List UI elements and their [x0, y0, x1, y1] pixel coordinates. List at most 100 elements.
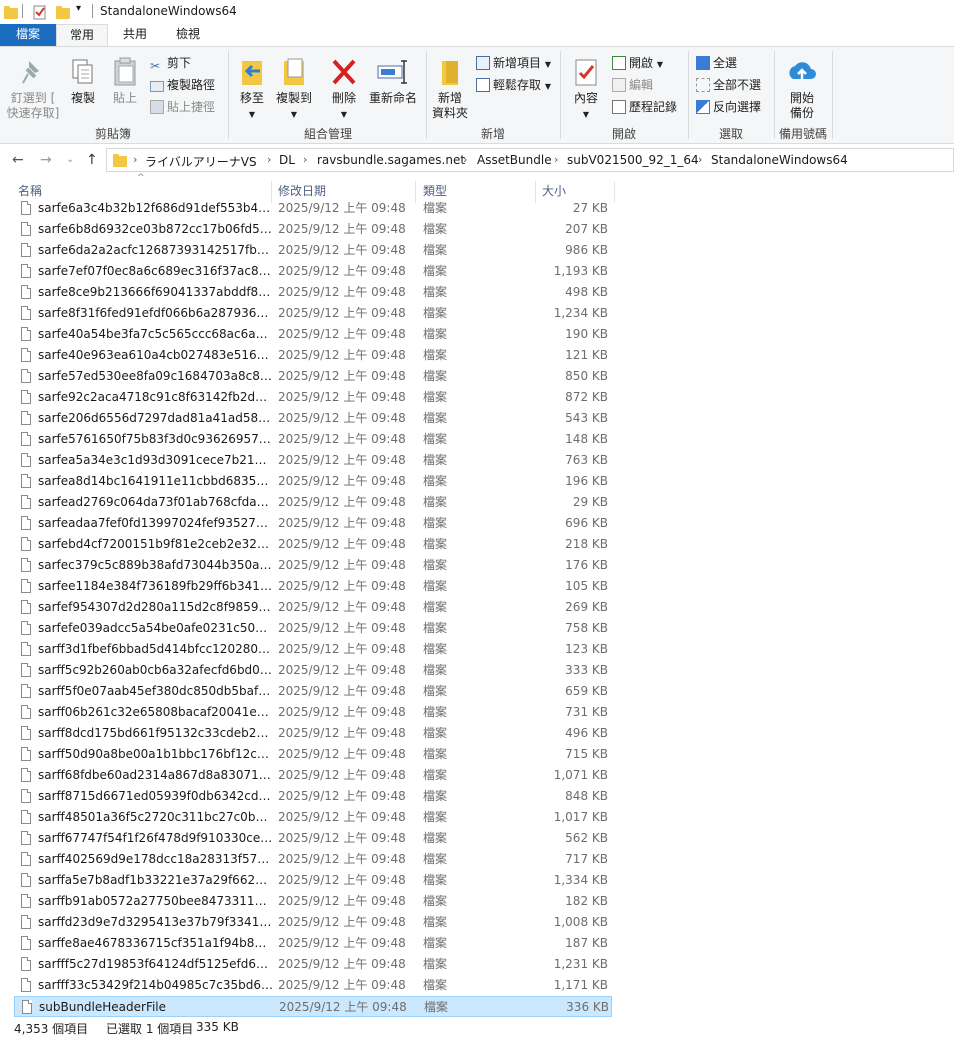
file-type: 檔案 — [423, 474, 448, 488]
separator[interactable] — [614, 181, 615, 203]
table-row[interactable]: sarfeadaa7fef0fd13997024fef935277a... 202… — [14, 513, 612, 534]
table-row[interactable]: sarfe6b8d6932ce03b872cc17b06fd5a... 2025/… — [14, 219, 612, 240]
file-icon — [21, 705, 31, 719]
copy-button[interactable]: 複製 — [64, 57, 102, 106]
table-row[interactable]: sarff5c92b260ab0cb6a32afecfd6bd01... 2025… — [14, 660, 612, 681]
address-bar[interactable]: › ライバルアリーナVS › DL › ravsbundle.sagames.n… — [106, 148, 954, 172]
table-row[interactable]: sarfe6da2a2acfc12687393142517fb29... 2025… — [14, 240, 612, 261]
table-row[interactable]: sarff402569d9e178dcc18a28313f5782... 2025… — [14, 849, 612, 870]
table-row[interactable]: sarfff33c53429f214b04985c7c35bd65... 2025… — [14, 975, 612, 996]
table-row[interactable]: sarfec379c5c889b38afd73044b350aa... 2025/… — [14, 555, 612, 576]
chevron-right-icon[interactable]: › — [554, 153, 558, 166]
open-button[interactable]: 開啟 ▼ — [612, 55, 663, 73]
quick-access-dropdown-icon[interactable]: ▾ — [76, 3, 81, 14]
cut-label: 剪下 — [167, 56, 192, 70]
table-row[interactable]: sarfe8ce9b213666f69041337abddf85... 2025/… — [14, 282, 612, 303]
table-row[interactable]: sarff68fdbe60ad2314a867d8a830716... 2025/… — [14, 765, 612, 786]
table-row[interactable]: sarfe92c2aca4718c91c8f63142fb2d7a... 2025… — [14, 387, 612, 408]
copy-path-button[interactable]: 複製路徑 — [150, 77, 215, 93]
table-row[interactable]: sarfe57ed530ee8fa09c1684703a8c84... 2025/… — [14, 366, 612, 387]
table-row[interactable]: sarffa5e7b8adf1b33221e37a29f66267... 2025… — [14, 870, 612, 891]
recent-locations-chevron-icon[interactable]: ⌄ — [66, 154, 74, 165]
chevron-right-icon[interactable]: › — [133, 153, 137, 166]
copy-to-button[interactable]: 複製到 ▼ — [274, 57, 314, 122]
file-date: 2025/9/12 上午 09:48 — [278, 852, 406, 866]
table-row[interactable]: sarff8dcd175bd661f95132c33cdeb23... 2025/… — [14, 723, 612, 744]
delete-button[interactable]: 刪除 ▼ — [324, 57, 364, 122]
file-date: 2025/9/12 上午 09:48 — [278, 411, 406, 425]
table-row-selected[interactable]: subBundleHeaderFile 2025/9/12 上午 09:48 檔案 3… — [14, 996, 612, 1017]
table-row[interactable]: sarfee1184e384f736189fb29ff6b3418... 2025… — [14, 576, 612, 597]
tab-view[interactable]: 檢視 — [162, 24, 214, 46]
table-row[interactable]: sarfef954307d2d280a115d2c8f98590... 2025/… — [14, 597, 612, 618]
dropdown-arrow-icon: ▼ — [290, 110, 298, 119]
new-item-button[interactable]: 新增項目 ▼ — [476, 55, 551, 73]
table-row[interactable]: sarfe40a54be3fa7c5c565ccc68ac6aac... 2025… — [14, 324, 612, 345]
breadcrumb-item[interactable]: DL — [279, 153, 295, 167]
history-button[interactable]: 歷程記錄 — [612, 99, 677, 115]
new-folder-button[interactable]: 新增 資料夾 — [430, 57, 470, 121]
table-row[interactable]: sarfe40e963ea610a4cb027483e5163f... 2025/… — [14, 345, 612, 366]
invert-selection-button[interactable]: 反向選擇 — [696, 99, 761, 115]
cut-button[interactable]: ✂ 剪下 — [150, 55, 192, 73]
tab-share[interactable]: 共用 — [110, 24, 160, 46]
table-row[interactable]: sarffb91ab0572a27750bee8473311b0... 2025/… — [14, 891, 612, 912]
table-row[interactable]: sarff5f0e07aab45ef380dc850db5baf0... 2025… — [14, 681, 612, 702]
table-row[interactable]: sarfebd4cf7200151b9f81e2ceb2e32b... 2025/… — [14, 534, 612, 555]
table-row[interactable]: sarfff5c27d19853f64124df5125efd696... 202… — [14, 954, 612, 975]
table-row[interactable]: sarfe6a3c4b32b12f686d91def553b45... 2025/… — [14, 198, 612, 219]
table-row[interactable]: sarfead2769c064da73f01ab768cfda0... 2025/… — [14, 492, 612, 513]
table-row[interactable]: sarfea5a34e3c1d93d3091cece7b2133... 2025/… — [14, 450, 612, 471]
select-none-button[interactable]: 全部不選 — [696, 77, 761, 93]
table-row[interactable]: sarff3d1fbef6bbad5d414bfcc1202803... 2025… — [14, 639, 612, 660]
back-arrow-icon[interactable]: ← — [12, 152, 24, 168]
file-icon — [21, 453, 31, 467]
table-row[interactable]: sarff48501a36f5c2720c311bc27c0b4d... 2025… — [14, 807, 612, 828]
table-row[interactable]: sarfefe039adcc5a54be0afe0231c509d... 2025… — [14, 618, 612, 639]
move-to-button[interactable]: 移至 ▼ — [232, 57, 272, 122]
breadcrumb-item[interactable]: ライバルアリーナVS — [145, 153, 257, 170]
breadcrumb-item-current[interactable]: StandaloneWindows64 — [711, 153, 848, 167]
properties-button[interactable]: 內容 ▼ — [566, 57, 606, 122]
table-row[interactable]: sarffe8ae4678336715cf351a1f94b840... 2025… — [14, 933, 612, 954]
start-backup-button[interactable]: 開始 備份 — [780, 57, 824, 121]
file-icon — [21, 495, 31, 509]
chevron-right-icon[interactable]: › — [463, 153, 467, 166]
tab-home[interactable]: 常用 — [56, 24, 108, 46]
backup-label: 備份 — [789, 106, 814, 120]
forward-arrow-icon[interactable]: → — [40, 152, 52, 168]
table-row[interactable]: sarfe8f31f6fed91efdf066b6a2879363c... 202… — [14, 303, 612, 324]
file-name: subBundleHeaderFile — [39, 1000, 167, 1014]
pin-label: 釘選到 [ — [10, 91, 56, 105]
table-row[interactable]: sarfe5761650f75b83f3d0c93626957a... 2025/… — [14, 429, 612, 450]
paste-button[interactable]: 貼上 — [106, 57, 144, 106]
file-date: 2025/9/12 上午 09:48 — [278, 390, 406, 404]
new-folder-icon[interactable] — [56, 6, 70, 19]
paste-shortcut-icon — [150, 100, 164, 114]
table-row[interactable]: sarfea8d14bc1641911e11cbbd68352... 2025/9… — [14, 471, 612, 492]
table-row[interactable]: sarfe7ef07f0ec8a6c689ec316f37ac82... 2025… — [14, 261, 612, 282]
tab-file[interactable]: 檔案 — [0, 24, 56, 46]
table-row[interactable]: sarff67747f54f1f26f478d9f910330ce0... 202… — [14, 828, 612, 849]
table-row[interactable]: sarff06b261c32e65808bacaf20041e19... 2025… — [14, 702, 612, 723]
pin-quick-access-button[interactable]: 釘選到 [ 快速存取] — [4, 57, 62, 121]
up-arrow-icon[interactable]: ↑ — [86, 152, 98, 168]
easy-access-button[interactable]: 輕鬆存取 ▼ — [476, 77, 551, 95]
breadcrumb-item[interactable]: subV021500_92_1_64 — [567, 153, 699, 167]
breadcrumb-item[interactable]: ravsbundle.sagames.net — [317, 153, 465, 167]
chevron-right-icon[interactable]: › — [303, 153, 307, 166]
select-all-button[interactable]: 全選 — [696, 55, 737, 71]
table-row[interactable]: sarffd23d9e7d3295413e37b79f3341c... 2025/… — [14, 912, 612, 933]
paste-shortcut-button[interactable]: 貼上捷徑 — [150, 99, 215, 115]
properties-icon[interactable] — [33, 4, 47, 20]
table-row[interactable]: sarff8715d6671ed05939f0db6342cdb... 2025/… — [14, 786, 612, 807]
breadcrumb-item[interactable]: AssetBundle — [477, 153, 552, 167]
file-type: 檔案 — [423, 768, 448, 782]
chevron-right-icon[interactable]: › — [267, 153, 271, 166]
chevron-right-icon[interactable]: › — [698, 153, 702, 166]
table-row[interactable]: sarff50d90a8be00a1b1bbc176bf12cd... 2025/… — [14, 744, 612, 765]
file-type: 檔案 — [423, 306, 448, 320]
edit-button[interactable]: 編輯 — [612, 77, 653, 93]
rename-button[interactable]: 重新命名 — [366, 57, 420, 106]
table-row[interactable]: sarfe206d6556d7297dad81a41ad587... 2025/9… — [14, 408, 612, 429]
